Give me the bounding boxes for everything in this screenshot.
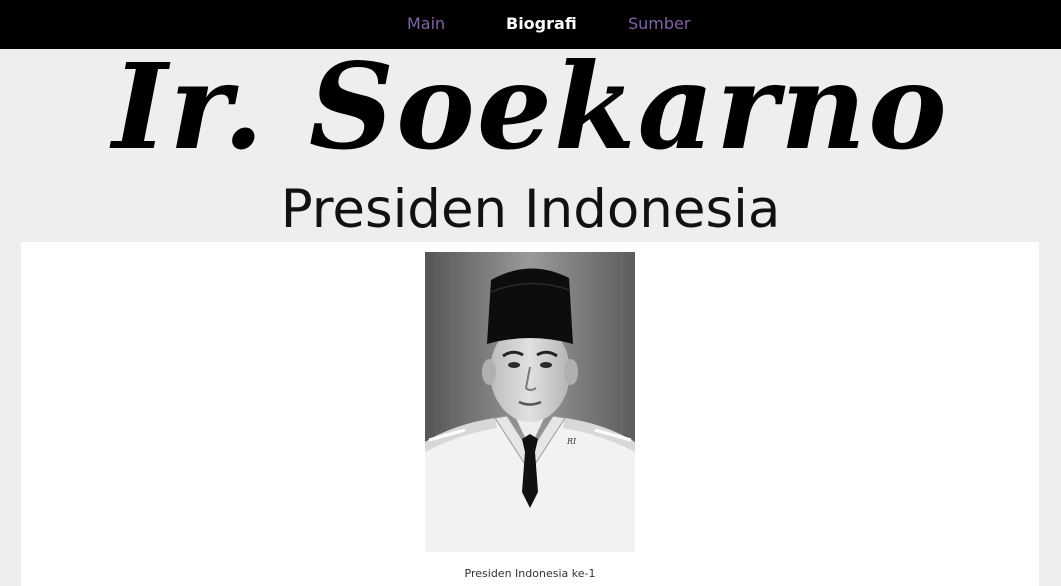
portrait-image: RI xyxy=(425,252,635,552)
page-subtitle: Presiden Indonesia xyxy=(280,179,781,240)
page-title: Ir. Soekarno xyxy=(112,37,949,176)
portrait-caption: Presiden Indonesia ke-1 xyxy=(464,567,596,580)
svg-text:RI: RI xyxy=(566,437,577,446)
biography-card: RI Presiden Indonesia ke-1 xyxy=(21,242,1039,586)
